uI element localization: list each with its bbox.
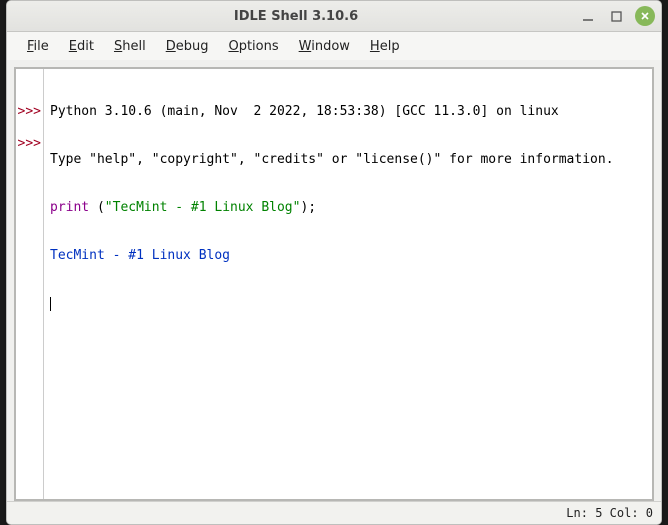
- shell-editor[interactable]: >>> >>> Python 3.10.6 (main, Nov 2 2022,…: [14, 67, 654, 501]
- cursor-position: Ln: 5 Col: 0: [566, 506, 653, 520]
- prompt-gutter: >>> >>>: [16, 69, 44, 499]
- menu-debug[interactable]: Debug: [156, 36, 219, 57]
- current-line[interactable]: [50, 296, 652, 312]
- minimize-button[interactable]: [579, 7, 597, 25]
- text-cursor: [50, 297, 51, 311]
- menu-help[interactable]: Help: [360, 36, 410, 57]
- close-button[interactable]: [635, 6, 655, 26]
- menu-edit[interactable]: Edit: [59, 36, 104, 57]
- maximize-button[interactable]: [607, 7, 625, 25]
- menu-options[interactable]: Options: [218, 36, 288, 57]
- output-line: TecMint - #1 Linux Blog: [50, 248, 652, 264]
- prompt-symbol: >>>: [16, 104, 41, 120]
- titlebar: IDLE Shell 3.10.6: [7, 1, 661, 32]
- editor-area: >>> >>> Python 3.10.6 (main, Nov 2 2022,…: [7, 60, 661, 501]
- window-title: IDLE Shell 3.10.6: [13, 9, 579, 24]
- statusbar: Ln: 5 Col: 0: [7, 501, 661, 524]
- menu-window[interactable]: Window: [289, 36, 360, 57]
- menu-shell[interactable]: Shell: [104, 36, 156, 57]
- menubar: File Edit Shell Debug Options Window Hel…: [7, 32, 661, 60]
- idle-window: IDLE Shell 3.10.6 File Edit Shell Debug …: [6, 0, 662, 525]
- banner-line: Python 3.10.6 (main, Nov 2 2022, 18:53:3…: [50, 104, 652, 120]
- code-area[interactable]: Python 3.10.6 (main, Nov 2 2022, 18:53:3…: [44, 69, 652, 499]
- banner-line: Type "help", "copyright", "credits" or "…: [50, 152, 652, 168]
- input-line: print ("TecMint - #1 Linux Blog");: [50, 200, 652, 216]
- window-controls: [579, 6, 655, 26]
- prompt-symbol: >>>: [16, 136, 41, 152]
- menu-file[interactable]: File: [17, 36, 59, 57]
